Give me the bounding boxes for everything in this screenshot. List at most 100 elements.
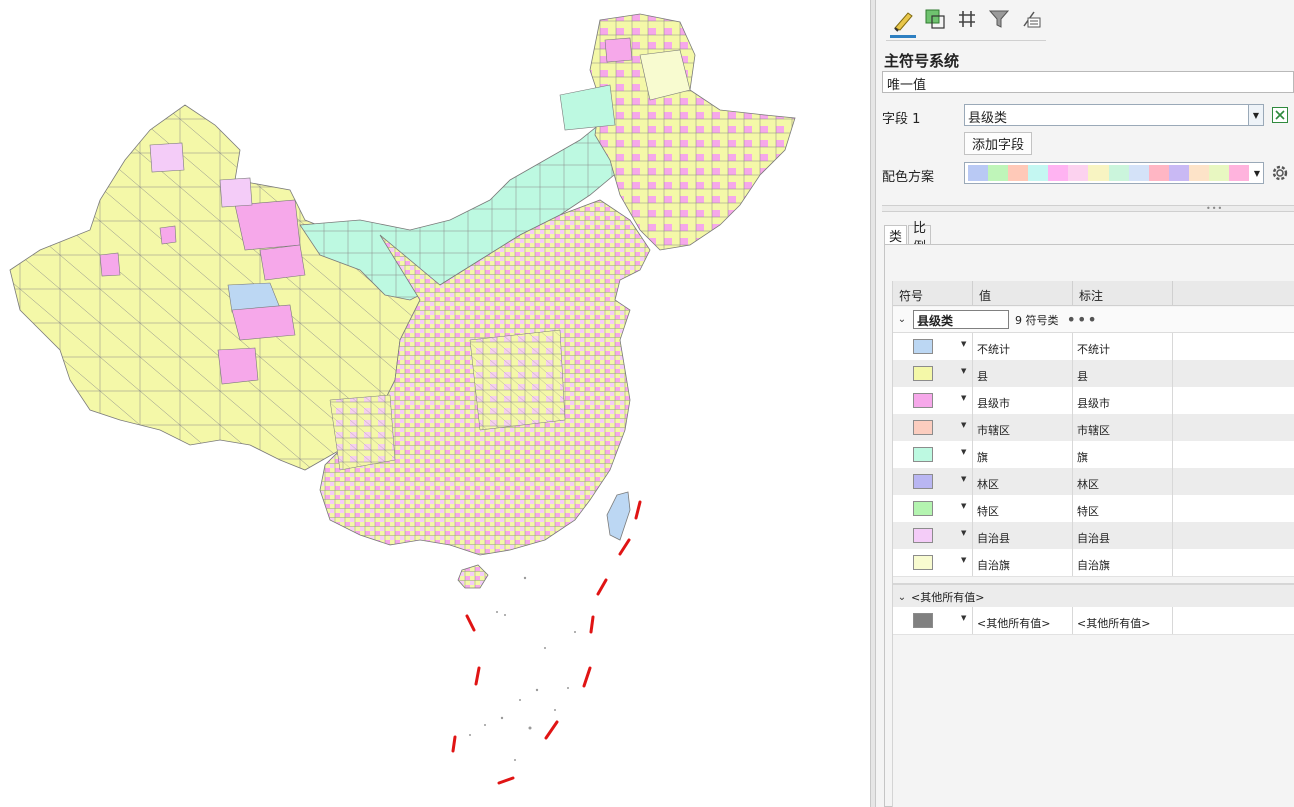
chevron-down-icon[interactable]: ▼ xyxy=(961,475,966,483)
map-view[interactable] xyxy=(0,0,870,807)
field-1-value: 县级类 xyxy=(968,111,1008,126)
header-value[interactable]: 值 xyxy=(973,281,1073,305)
field-1-label: 字段 1 xyxy=(882,112,921,127)
chevron-down-icon[interactable]: ▼ xyxy=(961,421,966,429)
group-count: 9 符号类 xyxy=(1015,313,1059,327)
table-row[interactable]: ▼ 旗旗 xyxy=(893,441,1294,469)
symbol-swatch[interactable] xyxy=(913,393,933,408)
table-row[interactable]: ▼ 不统计 不统计 xyxy=(893,333,1294,361)
class-label[interactable]: <其他所有值> xyxy=(1073,607,1173,634)
china-county-map[interactable] xyxy=(0,0,870,807)
chevron-down-icon[interactable]: ▼ xyxy=(961,614,966,622)
symbology-pane: 主符号系统 唯一值 字段 1 县级类 ▼ 添加字段 配色方案 ▼ ••• 类 比… xyxy=(876,0,1294,807)
symbol-swatch[interactable] xyxy=(913,501,933,516)
chevron-down-icon[interactable]: ▼ xyxy=(961,367,966,375)
chevron-down-icon[interactable]: ▼ xyxy=(961,394,966,402)
color-scheme-swatch xyxy=(1088,165,1109,181)
chevron-down-icon[interactable]: ⌄ xyxy=(893,314,911,325)
class-label[interactable]: 旗 xyxy=(1073,441,1173,468)
class-label[interactable]: 特区 xyxy=(1073,495,1173,522)
map-hainan xyxy=(457,564,489,589)
class-value: <其他所有值> xyxy=(973,607,1073,634)
symbol-swatch[interactable] xyxy=(913,420,933,435)
class-label[interactable]: 县 xyxy=(1073,360,1173,387)
table-row[interactable]: ▼ <其他所有值> <其他所有值> xyxy=(893,607,1294,635)
map-taiwan xyxy=(606,491,631,541)
class-value: 自治县 xyxy=(973,522,1073,549)
symbol-swatch[interactable] xyxy=(913,555,933,570)
class-label[interactable]: 自治县 xyxy=(1073,522,1173,549)
tab-scales[interactable]: 比例 xyxy=(908,221,932,255)
more-options-icon[interactable]: ••• xyxy=(1067,311,1098,327)
chevron-down-icon[interactable]: ▼ xyxy=(1251,163,1263,183)
classes-table: 符号 值 标注 ⌄ 县级类 9 符号类 ••• ▼ 不统计 不统计 ▼ 县县 ▼ 县级市 县级… xyxy=(892,281,1294,807)
chevron-down-icon[interactable]: ▼ xyxy=(961,448,966,456)
class-label[interactable]: 不统计 xyxy=(1073,333,1173,360)
color-scheme-swatch xyxy=(968,165,989,181)
chevron-down-icon[interactable]: ▼ xyxy=(961,502,966,510)
table-row[interactable]: ▼ 县级市 县级市 xyxy=(893,387,1294,415)
class-value: 县 xyxy=(973,360,1073,387)
symbol-layer-drawing-icon[interactable] xyxy=(954,6,980,32)
primary-symbology-title: 主符号系统 xyxy=(884,52,960,70)
symbol-swatch[interactable] xyxy=(913,613,933,628)
class-value: 林区 xyxy=(973,468,1073,495)
color-scheme-swatch xyxy=(1108,165,1129,181)
symbol-swatch[interactable] xyxy=(913,474,933,489)
expression-icon[interactable] xyxy=(1272,107,1288,123)
class-label[interactable]: 自治旗 xyxy=(1073,549,1173,576)
table-row[interactable]: ▼ 县县 xyxy=(893,360,1294,388)
header-label[interactable]: 标注 xyxy=(1073,281,1173,305)
other-values-heading: ⌄ <其他所有值> xyxy=(893,583,1294,609)
color-scheme-select[interactable]: ▼ xyxy=(964,162,1264,184)
class-value: 市辖区 xyxy=(973,414,1073,441)
symbol-swatch[interactable] xyxy=(913,528,933,543)
table-row[interactable]: ▼ 自治县 自治县 xyxy=(893,522,1294,550)
table-header: 符号 值 标注 xyxy=(893,281,1294,306)
renderer-type-select[interactable]: 唯一值 xyxy=(882,71,1294,93)
symbology-toolbar xyxy=(886,4,1046,41)
color-scheme-swatch xyxy=(1229,165,1250,181)
chevron-down-icon[interactable]: ⌄ xyxy=(893,592,911,603)
color-scheme-swatch xyxy=(1028,165,1049,181)
color-scheme-swatch xyxy=(1008,165,1029,181)
group-heading: ⌄ 县级类 9 符号类 ••• xyxy=(893,307,1294,333)
advanced-symbology-icon[interactable] xyxy=(1018,6,1044,32)
color-scheme-swatch xyxy=(1188,165,1209,181)
grip-icon[interactable]: ••• xyxy=(1206,205,1223,213)
table-row[interactable]: ▼ 自治旗 自治旗 xyxy=(893,549,1294,577)
class-value: 不统计 xyxy=(973,333,1073,360)
table-row[interactable]: ▼ 特区 特区 xyxy=(893,495,1294,523)
color-scheme-swatch xyxy=(988,165,1009,181)
symbol-swatch[interactable] xyxy=(913,339,933,354)
chevron-down-icon[interactable]: ▼ xyxy=(961,556,966,564)
class-label[interactable]: 林区 xyxy=(1073,468,1173,495)
color-scheme-swatch xyxy=(1128,165,1149,181)
chevron-down-icon[interactable]: ▼ xyxy=(961,529,966,537)
gear-icon[interactable] xyxy=(1270,163,1290,183)
other-values-title: <其他所有值> xyxy=(911,591,985,604)
vary-symbology-icon[interactable] xyxy=(922,6,948,32)
symbol-swatch[interactable] xyxy=(913,447,933,462)
chevron-down-icon[interactable]: ▼ xyxy=(961,340,966,348)
class-value: 自治旗 xyxy=(973,549,1073,576)
table-row[interactable]: ▼ 市辖区 市辖区 xyxy=(893,414,1294,442)
primary-symbology-icon[interactable] xyxy=(890,6,916,38)
color-scheme-swatch xyxy=(1168,165,1189,181)
header-symbol[interactable]: 符号 xyxy=(893,281,973,305)
tab-classes[interactable]: 类 xyxy=(884,225,908,245)
color-scheme-label: 配色方案 xyxy=(882,170,935,185)
pane-divider[interactable] xyxy=(882,205,1294,212)
color-scheme-swatch xyxy=(1068,165,1089,181)
add-field-button[interactable]: 添加字段 xyxy=(964,132,1032,155)
symbol-swatch[interactable] xyxy=(913,366,933,381)
table-row[interactable]: ▼ 林区 林区 xyxy=(893,468,1294,496)
color-scheme-swatch xyxy=(1208,165,1230,181)
chevron-down-icon[interactable]: ▼ xyxy=(1248,105,1263,125)
class-label[interactable]: 市辖区 xyxy=(1073,414,1173,441)
group-name-field[interactable]: 县级类 xyxy=(913,310,1009,329)
class-label[interactable]: 县级市 xyxy=(1073,387,1173,414)
filter-icon[interactable] xyxy=(986,6,1012,32)
field-1-select[interactable]: 县级类 ▼ xyxy=(964,104,1264,126)
class-value: 旗 xyxy=(973,441,1073,468)
